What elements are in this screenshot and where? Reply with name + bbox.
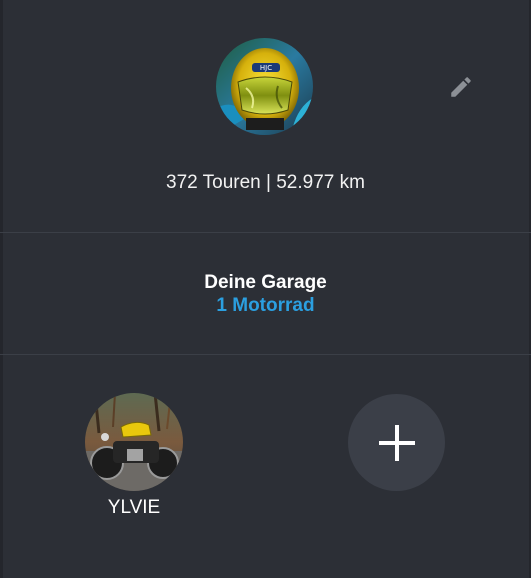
tour-stats: 372 Touren | 52.977 km [166,172,365,193]
profile-section: HJC 372 Touren | 52.977 km [0,0,531,233]
plus-icon [378,424,415,461]
motorcycle-photo [85,393,183,491]
svg-text:HJC: HJC [260,64,272,72]
motorcycle-image-icon [85,393,183,491]
motorcycle-count: 1 Motorrad [216,295,315,316]
bike-card[interactable]: YLVIE [84,393,184,519]
garage-header: Deine Garage 1 Motorrad [0,234,531,355]
garage-title: Deine Garage [204,272,327,293]
helmet-avatar-icon: HJC [216,38,313,135]
profile-avatar[interactable]: HJC [216,38,313,135]
add-motorcycle-button[interactable] [348,394,445,491]
pencil-icon [451,77,471,97]
edit-profile-button[interactable] [446,72,476,102]
bike-name: YLVIE [107,497,161,518]
